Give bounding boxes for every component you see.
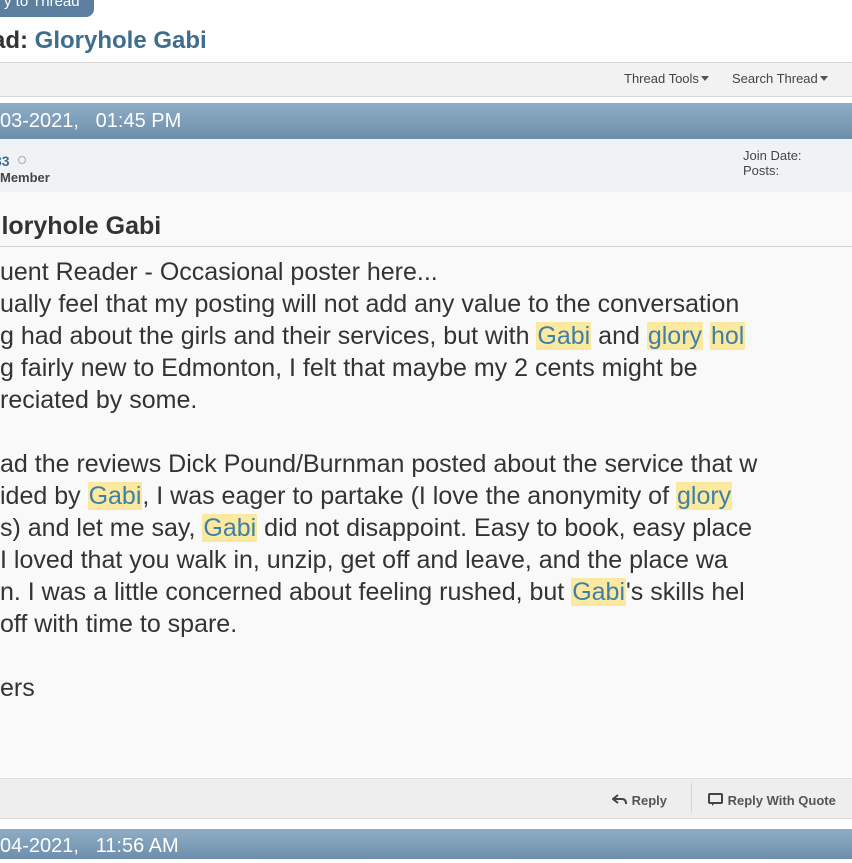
- reply-button[interactable]: Reply: [611, 793, 668, 808]
- post-body-line: off with time to spare.: [0, 610, 238, 638]
- post-time: 01:45 PM: [95, 110, 182, 132]
- post-body-line: reciated by some.: [0, 386, 198, 414]
- post-body-line: I loved that you walk in, unzip, get off…: [0, 546, 728, 574]
- post-body-line: uent Reader - Occasional poster here...: [0, 258, 438, 286]
- post-author-username[interactable]: 33: [0, 153, 10, 169]
- post-body-line: n. I was a little concerned about feelin…: [0, 578, 745, 606]
- search-highlight: glory: [646, 322, 704, 350]
- user-title: Member: [0, 170, 50, 185]
- thread-title-link[interactable]: Gloryhole Gabi: [35, 27, 207, 54]
- thread-tools-dropdown[interactable]: Thread Tools: [624, 71, 709, 86]
- search-highlight: Gabi: [202, 514, 258, 542]
- reply-arrow-icon: [611, 794, 627, 805]
- offline-status-icon: [18, 156, 26, 164]
- post-body-line: g fairly new to Edmonton, I felt that ma…: [0, 354, 698, 382]
- divider: [691, 783, 692, 813]
- next-post-date-bar: 04-2021, 11:56 AM: [0, 829, 852, 859]
- search-highlight: Gabi: [87, 482, 143, 510]
- post-body-line: ually feel that my posting will not add …: [0, 290, 740, 318]
- divider: [0, 246, 852, 247]
- search-highlight: Gabi: [536, 322, 592, 350]
- post-title: Gloryhole Gabi: [0, 212, 162, 240]
- join-date-label: Join Date:: [743, 148, 802, 163]
- reply-label: Reply: [631, 793, 668, 808]
- chevron-down-icon: [700, 76, 709, 81]
- chevron-down-icon: [819, 76, 828, 81]
- next-post-time: 11:56 AM: [95, 835, 179, 857]
- search-highlight: glory: [675, 482, 733, 510]
- thread-toolbar: [0, 62, 852, 97]
- user-info-panel: [0, 139, 852, 193]
- post-date-bar: 03-2021, 01:45 PM: [0, 103, 852, 139]
- post-body-line: ided by Gabi, I was eager to partake (I …: [0, 482, 733, 510]
- post-body-line: ad the reviews Dick Pound/Burnman posted…: [0, 450, 758, 478]
- next-post-date: 04-2021,: [0, 835, 79, 857]
- post-body-line: s) and let me say, Gabi did not disappoi…: [0, 514, 752, 542]
- thread-title-prefix: ad:: [0, 27, 28, 54]
- search-thread-label: Search Thread: [732, 71, 818, 86]
- post-body-line: ers: [0, 674, 35, 702]
- posts-label: Posts:: [743, 163, 780, 178]
- search-highlight: hol: [709, 322, 746, 350]
- post-date: 03-2021,: [0, 110, 79, 132]
- search-highlight: Gabi: [571, 578, 627, 606]
- search-thread-dropdown[interactable]: Search Thread: [732, 71, 828, 86]
- post-body-line: g had about the girls and their services…: [0, 322, 746, 350]
- thread-tools-label: Thread Tools: [624, 71, 699, 86]
- reply-with-quote-button[interactable]: Reply With Quote: [708, 793, 836, 808]
- reply-to-thread-button[interactable]: y to Thread: [0, 0, 94, 17]
- thread-title: ad: Gloryhole Gabi: [0, 27, 207, 55]
- reply-with-quote-label: Reply With Quote: [727, 793, 836, 808]
- quote-icon: [708, 793, 723, 806]
